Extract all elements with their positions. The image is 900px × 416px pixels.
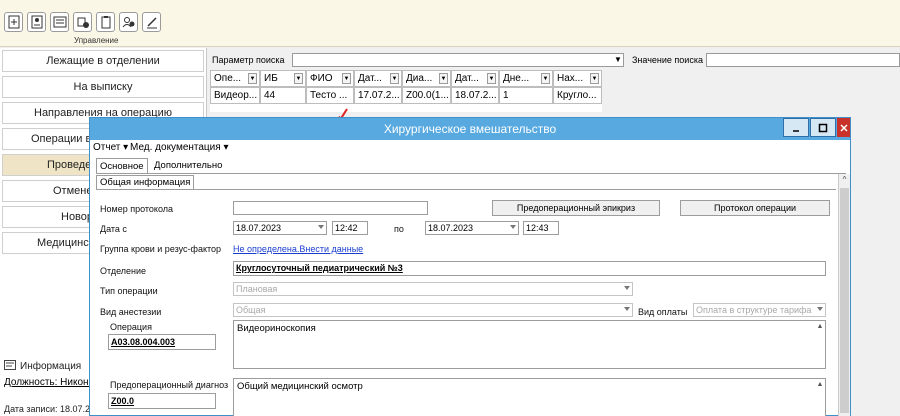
filter-icon[interactable]: ▼ [294, 73, 303, 84]
info-header-label: Информация [20, 361, 82, 372]
time-to-field[interactable]: 12:43 [523, 221, 559, 235]
protocol-number-field[interactable] [233, 201, 428, 215]
table-cell[interactable]: Тесто ... [306, 87, 354, 104]
add-doc-icon[interactable] [4, 12, 23, 32]
chevron-down-icon[interactable] [624, 307, 630, 311]
date-from-label: Дата с [100, 224, 127, 234]
op-type-select[interactable]: Плановая [233, 282, 633, 296]
chevron-down-icon[interactable] [510, 225, 516, 229]
column-header[interactable]: ФИО ▼ [306, 70, 354, 87]
menu-report[interactable]: Отчет ▾ [93, 142, 128, 153]
transfer-icon[interactable] [73, 12, 92, 32]
protocol-number-label: Номер протокола [100, 204, 174, 214]
maximize-icon [818, 123, 828, 132]
chevron-down-icon[interactable]: ▼ [614, 55, 622, 64]
scrollbar-thumb[interactable] [840, 188, 849, 413]
op-protocol-button[interactable]: Протокол операции [680, 200, 830, 216]
payment-select[interactable]: Оплата в структуре тарифа [693, 303, 826, 317]
id-card-icon[interactable] [27, 12, 46, 32]
column-header[interactable]: Опе... ▼ [210, 70, 260, 87]
sign-pen-icon[interactable] [142, 12, 161, 32]
clipboard-icon[interactable] [96, 12, 115, 32]
tab-general-info[interactable]: Общая информация [96, 175, 195, 190]
tab-additional[interactable]: Дополнительно [151, 158, 225, 173]
table-cell[interactable]: 17.07.2... [354, 87, 402, 104]
column-header[interactable]: ИБ ▼ [260, 70, 306, 87]
date-to-label: по [394, 224, 404, 234]
filter-icon[interactable]: ▼ [487, 73, 496, 84]
filter-icon[interactable]: ▼ [342, 73, 351, 84]
info-position-link[interactable]: Должность: Никонс [4, 377, 94, 388]
date-from-field[interactable]: 18.07.2023 [233, 221, 327, 235]
table-cell[interactable]: 44 [260, 87, 306, 104]
dialog-menubar: Отчет ▾ Мед. документация ▾ [90, 140, 850, 156]
search-param-select[interactable] [292, 53, 624, 67]
close-icon [839, 123, 848, 132]
op-type-label: Тип операции [100, 286, 158, 296]
sidebar-item-discharge[interactable]: На выписку [2, 76, 204, 98]
table-cell[interactable]: Z00.0(1... [402, 87, 451, 104]
diagnosis-text-area[interactable]: Общий медицинский осмотр ▲ [233, 378, 826, 416]
table-cell[interactable]: Кругло... [553, 87, 602, 104]
chevron-down-icon[interactable] [624, 286, 630, 290]
ribbon-toolbar: Управление [0, 0, 900, 47]
search-param-label: Параметр поиска [212, 55, 285, 65]
filter-icon[interactable]: ▼ [390, 73, 399, 84]
chevron-down-icon[interactable] [318, 225, 324, 229]
scroll-up-icon[interactable]: ▲ [815, 321, 825, 333]
table-cell[interactable]: 1 [499, 87, 553, 104]
date-to-field[interactable]: 18.07.2023 [425, 221, 519, 235]
list-icon[interactable] [50, 12, 69, 32]
chevron-down-icon[interactable] [817, 307, 823, 311]
surgery-dialog: Хирургическое вмешательство Отчет ▾ Мед.… [89, 117, 851, 416]
info-record-date: Дата записи: 18.07.2 [4, 404, 91, 414]
menu-med-docs[interactable]: Мед. документация ▾ [130, 142, 228, 153]
content-divider [96, 189, 836, 190]
users-icon[interactable] [119, 12, 138, 32]
column-header[interactable]: Дне... ▼ [499, 70, 553, 87]
sidebar-item-in-department[interactable]: Лежащие в отделении [2, 50, 204, 72]
diagnosis-code-field[interactable]: Z00.0 [108, 393, 216, 409]
column-header[interactable]: Дат... ▼ [354, 70, 402, 87]
filter-icon[interactable]: ▼ [541, 73, 550, 84]
dialog-title: Хирургическое вмешательство [383, 122, 557, 136]
operations-grid: Опе... ▼ ИБ ▼ ФИО ▼ Дат... ▼ Диа... ▼ Дат... ▼… [210, 70, 602, 112]
minimize-button[interactable] [783, 118, 809, 137]
time-from-field[interactable]: 12:42 [332, 221, 368, 235]
payment-label: Вид оплаты [638, 307, 688, 317]
column-header[interactable]: Дат... ▼ [451, 70, 499, 87]
department-field[interactable]: Круглосуточный педиатрический №3 [233, 261, 826, 276]
table-cell[interactable]: 18.07.2... [451, 87, 499, 104]
ribbon-group-label: Управление [74, 36, 119, 45]
operation-code-field[interactable]: A03.08.004.003 [108, 334, 216, 350]
search-value-label: Значение поиска [632, 55, 703, 65]
filter-icon[interactable]: ▼ [590, 73, 599, 84]
dialog-titlebar[interactable]: Хирургическое вмешательство [90, 118, 850, 140]
blood-group-label: Группа крови и резус-фактор [100, 244, 222, 254]
anesthesia-select[interactable]: Общая [233, 303, 633, 317]
anesthesia-label: Вид анестезии [100, 307, 162, 317]
column-header[interactable]: Диа... ▼ [402, 70, 451, 87]
table-cell[interactable]: Видеор... [210, 87, 260, 104]
maximize-button[interactable] [810, 118, 836, 137]
department-label: Отделение [100, 266, 147, 276]
filter-icon[interactable]: ▼ [439, 73, 448, 84]
scroll-up-icon[interactable]: ▲ [815, 379, 825, 391]
minimize-icon [793, 129, 799, 132]
blood-group-link[interactable]: Не определена.Внести данные [233, 244, 363, 254]
operation-text-area[interactable]: Видеориноскопия ▲ [233, 320, 826, 369]
filter-icon[interactable]: ▼ [248, 73, 257, 84]
info-header: Информация [4, 360, 81, 373]
search-value-input[interactable] [706, 53, 900, 67]
preop-epicrisis-button[interactable]: Предоперационный эпикриз [492, 200, 660, 216]
close-button[interactable] [837, 118, 850, 137]
tabs-divider [96, 173, 846, 174]
info-icon [4, 360, 16, 373]
scroll-up-icon[interactable]: ^ [839, 174, 850, 186]
column-header[interactable]: Нах... ▼ [553, 70, 602, 87]
dialog-scrollbar[interactable]: ^ [838, 174, 850, 416]
operation-label: Операция [110, 322, 152, 332]
preop-diagnosis-label: Предоперационный диагноз [110, 380, 229, 390]
tab-main[interactable]: Основное [96, 158, 148, 174]
